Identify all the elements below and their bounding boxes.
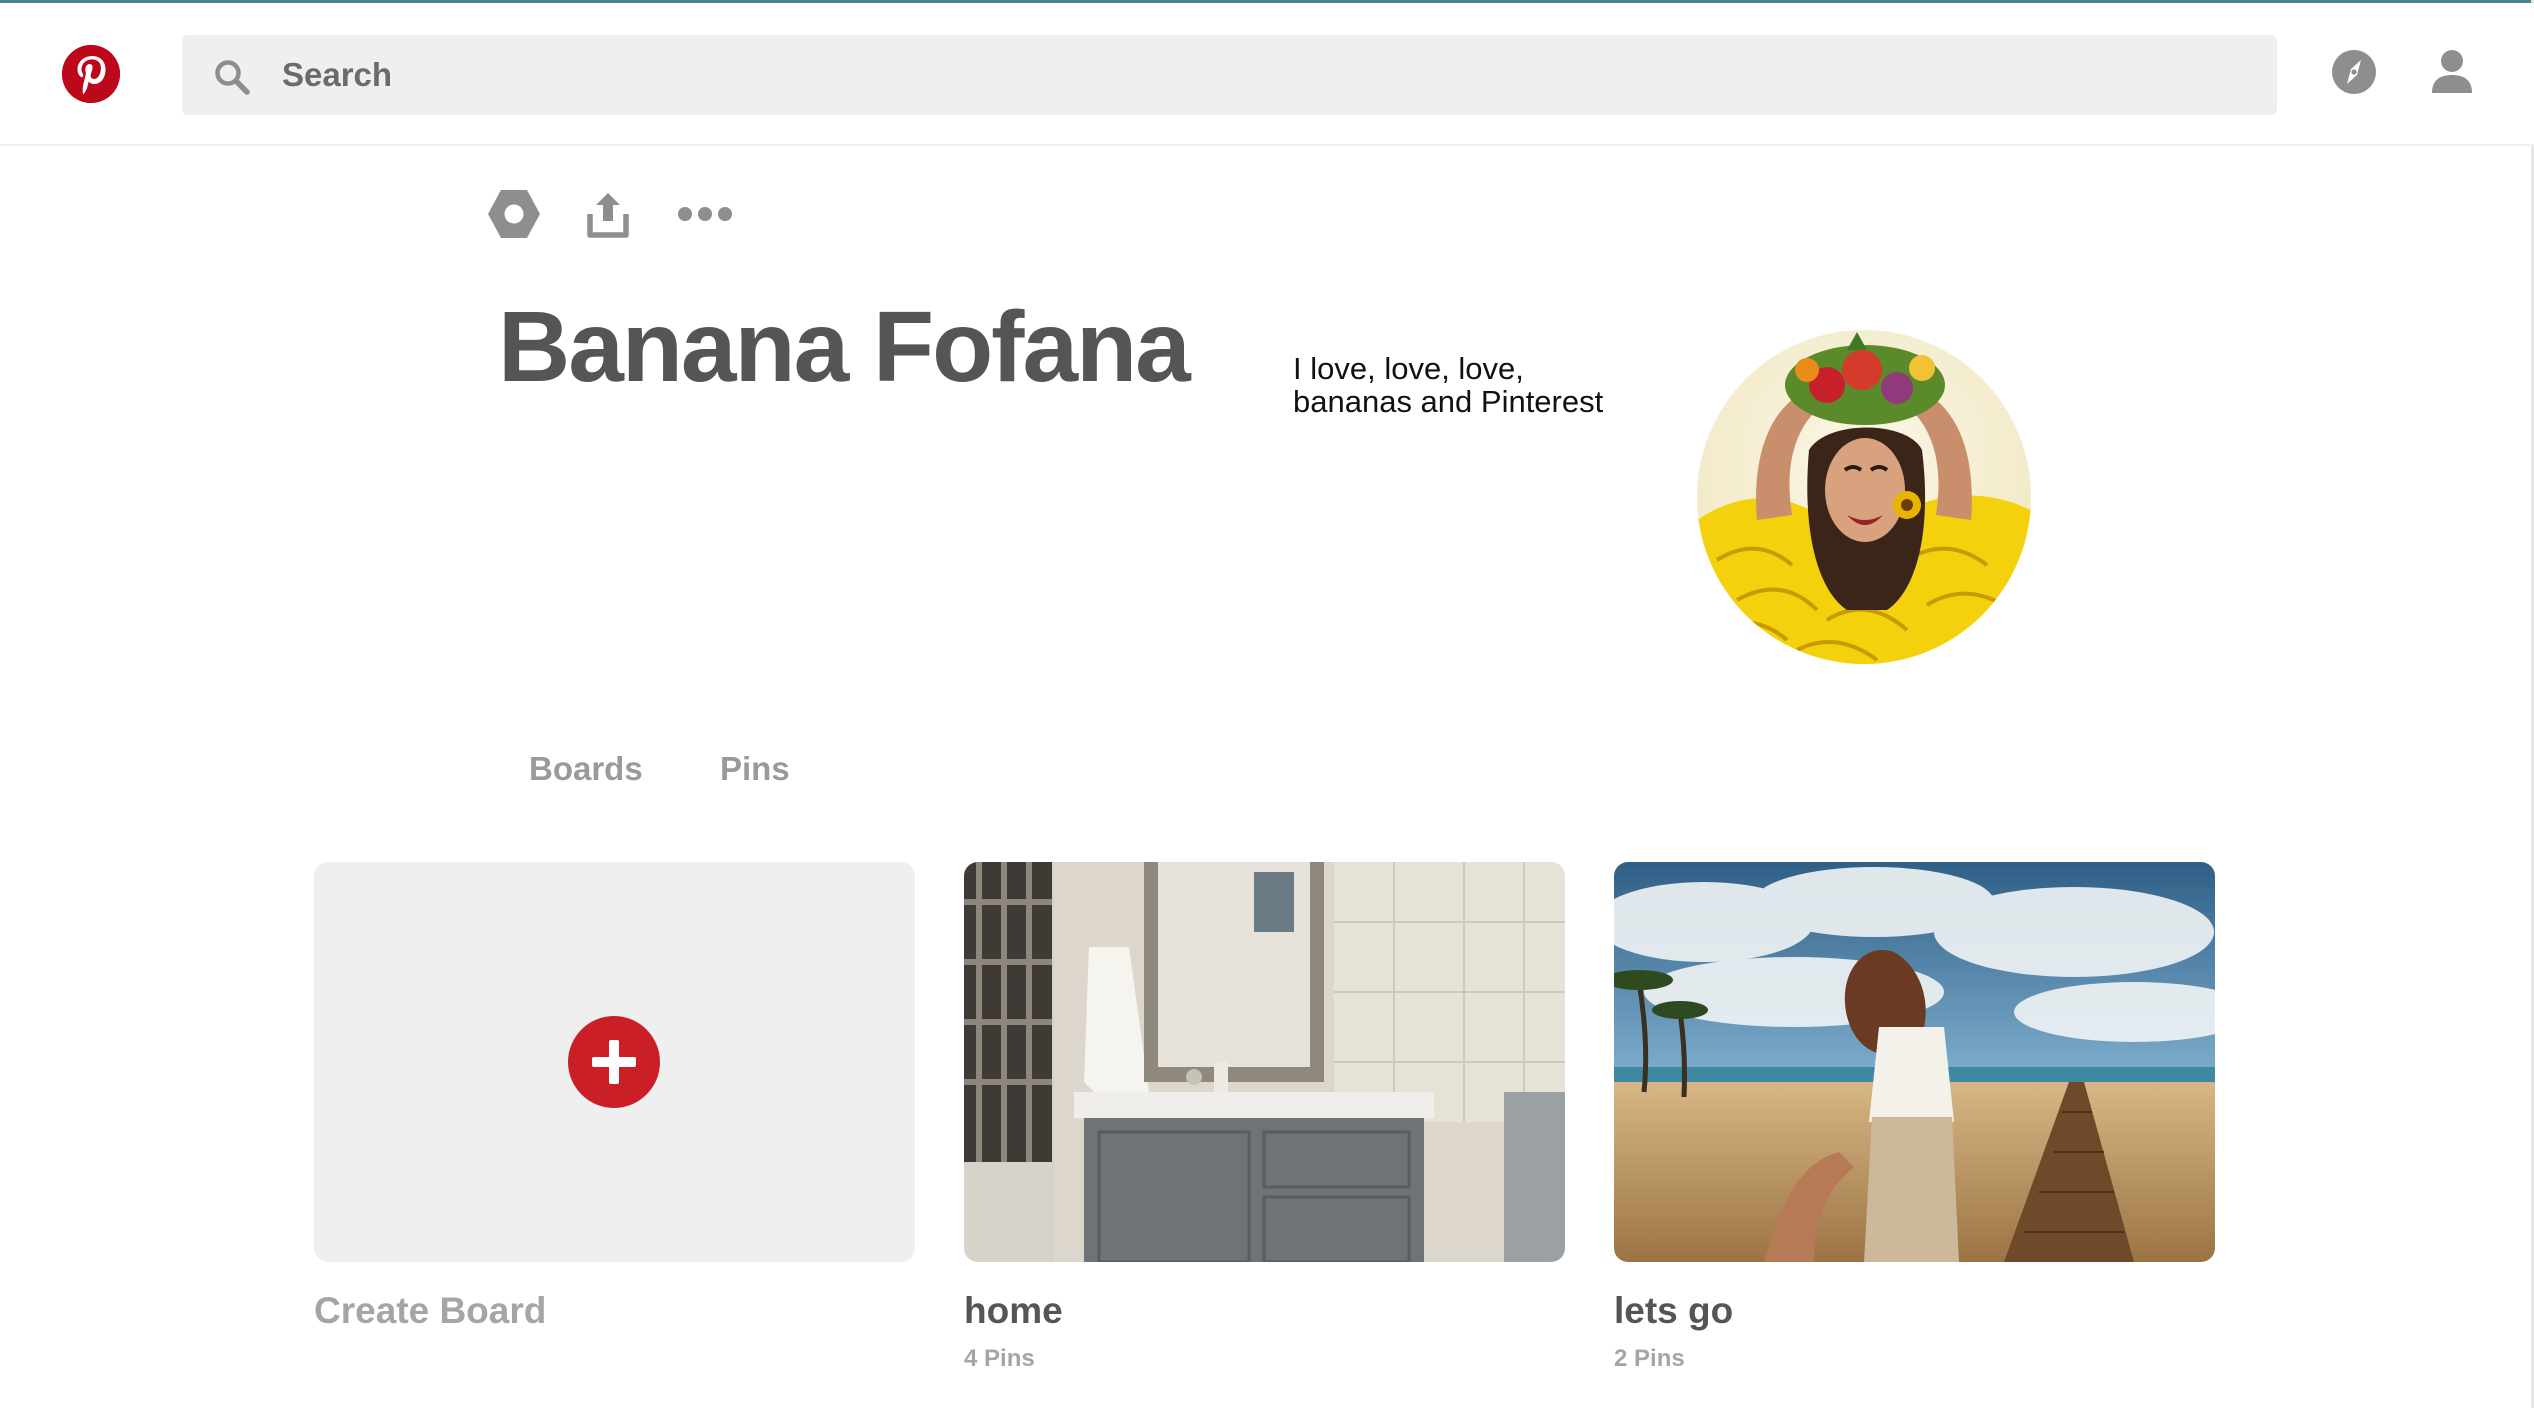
tab-boards[interactable]: Boards (529, 750, 643, 788)
create-board-card[interactable] (314, 862, 915, 1262)
bio-line-2: bananas and Pinterest (1293, 384, 1604, 419)
board-cover-lets-go[interactable] (1614, 862, 2215, 1262)
settings-button[interactable] (484, 184, 544, 244)
more-dots-icon (678, 207, 732, 221)
board-title-home[interactable]: home (964, 1290, 1063, 1332)
board-image-lets-go (1614, 862, 2215, 1262)
compass-icon (2332, 50, 2376, 94)
search-bar[interactable] (182, 35, 2277, 115)
profile-tabs: Boards Pins (0, 750, 2534, 800)
pinterest-logo[interactable] (62, 45, 120, 103)
top-header (0, 3, 2534, 146)
search-input[interactable] (282, 35, 2242, 115)
explore-button[interactable] (2329, 47, 2379, 97)
profile-name: Banana Fofana (498, 291, 1191, 403)
avatar[interactable] (1697, 330, 2031, 664)
tab-pins[interactable]: Pins (720, 750, 790, 788)
bio-line-1: I love, love, love, (1293, 351, 1524, 386)
profile-bio: I love, love, love, bananas and Pinteres… (1293, 352, 1653, 418)
plus-icon (592, 1040, 636, 1084)
pinterest-p-icon (62, 45, 120, 103)
board-image-home (964, 862, 1565, 1262)
share-button[interactable] (586, 184, 630, 244)
more-options-button[interactable] (676, 184, 734, 244)
profile-button[interactable] (2427, 47, 2477, 97)
share-icon (587, 193, 629, 238)
create-board-label[interactable]: Create Board (314, 1290, 546, 1332)
user-icon (2432, 50, 2472, 93)
board-pin-count-home: 4 Pins (964, 1345, 1035, 1372)
hexagon-settings-icon (488, 190, 540, 238)
board-title-lets-go[interactable]: lets go (1614, 1290, 1733, 1332)
board-cover-home[interactable] (964, 862, 1565, 1262)
avatar-photo (1697, 330, 2031, 664)
search-icon (215, 60, 250, 95)
create-board-button[interactable] (568, 1016, 660, 1108)
board-pin-count-lets-go: 2 Pins (1614, 1345, 1685, 1372)
